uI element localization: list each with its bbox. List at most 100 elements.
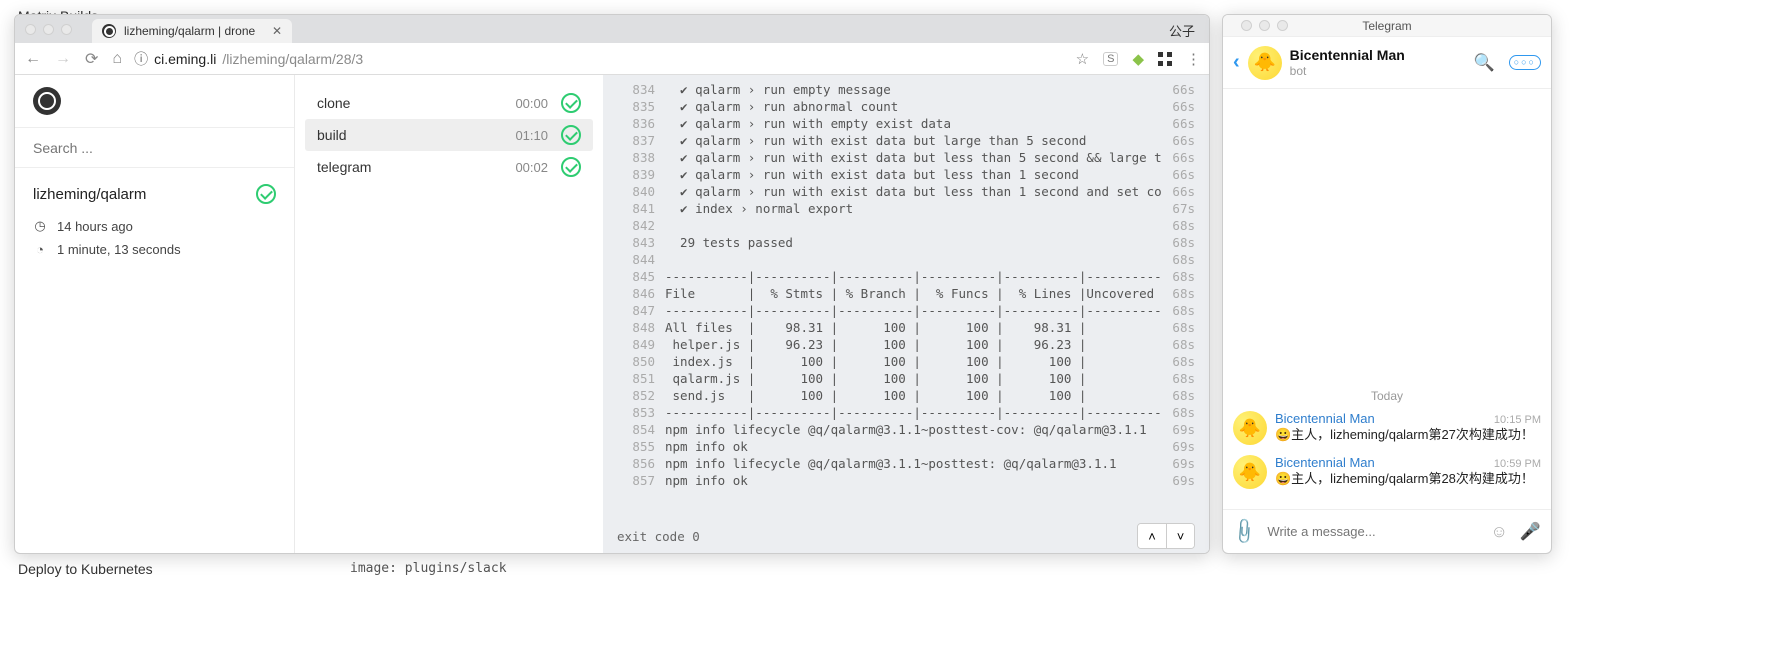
log-line-duration: 69s [1172, 472, 1195, 489]
build-log[interactable]: 834 ✔ qalarm › run empty message66s835 ✔… [603, 75, 1209, 553]
log-line: 857npm info ok69s [603, 472, 1209, 489]
chat-avatar[interactable]: 🐥 [1248, 46, 1282, 80]
log-line: 853-----------|----------|----------|---… [603, 404, 1209, 421]
steps-panel: clone00:00build01:10telegram00:02 [295, 75, 603, 553]
url-field[interactable]: ⓘ ci.eming.li/lizheming/qalarm/28/3 [134, 49, 1066, 69]
chat-area[interactable]: Today 🐥Bicentennial Man10:15 PM😀主人，lizhe… [1223, 89, 1551, 509]
log-down-button[interactable]: ˅ [1166, 524, 1194, 548]
log-line-duration: 68s [1172, 370, 1195, 387]
log-line-duration: 68s [1172, 387, 1195, 404]
repo-card[interactable]: lizheming/qalarm ◷ 14 hours ago ◔ 1 minu… [15, 168, 294, 273]
close-dot[interactable] [25, 24, 36, 35]
min-dot[interactable] [43, 24, 54, 35]
log-line-text: ✔ qalarm › run with exist data but less … [665, 183, 1162, 200]
chat-title-block[interactable]: Bicentennial Man bot [1290, 47, 1466, 78]
msg-avatar: 🐥 [1233, 411, 1267, 445]
step-build[interactable]: build01:10 [305, 119, 593, 151]
log-line-duration: 66s [1172, 183, 1195, 200]
log-line: 856npm info lifecycle @q/qalarm@3.1.1~po… [603, 455, 1209, 472]
log-line-duration: 66s [1172, 115, 1195, 132]
browser-tab[interactable]: lizheming/qalarm | drone ✕ [92, 19, 292, 43]
max-dot[interactable] [61, 24, 72, 35]
msg-text: 😀主人，lizheming/qalarm第28次构建成功！ [1275, 470, 1541, 488]
log-line-number: 857 [617, 472, 655, 489]
max-dot[interactable] [1277, 20, 1288, 31]
log-line: 847 -----------|----------|----------|---… [603, 302, 1209, 319]
log-line-duration: 68s [1172, 336, 1195, 353]
nav-back-icon[interactable]: ← [23, 50, 43, 68]
log-up-button[interactable]: ˄ [1138, 524, 1166, 548]
min-dot[interactable] [1259, 20, 1270, 31]
chat-message[interactable]: 🐥Bicentennial Man10:15 PM😀主人，lizheming/q… [1233, 411, 1541, 445]
log-line-text: All files | 98.31 | 100 | 100 | 98.31 | … [665, 319, 1162, 336]
log-line-text: npm info lifecycle @q/qalarm@3.1.1~postt… [665, 421, 1162, 438]
tg-more-icon[interactable]: ○○○ [1509, 55, 1541, 70]
search-input[interactable] [33, 140, 276, 156]
ext-s-icon[interactable]: S [1103, 52, 1118, 66]
log-line-text [665, 217, 1162, 234]
close-dot[interactable] [1241, 20, 1252, 31]
step-time: 00:00 [515, 96, 548, 111]
drone-logo[interactable] [15, 75, 294, 128]
log-line-number: 841 [617, 200, 655, 217]
log-line-text: ✔ qalarm › run empty message [665, 81, 1162, 98]
build-duration-text: 1 minute, 13 seconds [57, 242, 181, 257]
log-line: 837 ✔ qalarm › run with exist data but l… [603, 132, 1209, 149]
msg-timestamp: 10:15 PM [1494, 414, 1541, 426]
step-telegram[interactable]: telegram00:02 [305, 151, 593, 183]
tg-search-icon[interactable]: 🔍 [1474, 53, 1495, 73]
log-line-text: npm info lifecycle @q/qalarm@3.1.1~postt… [665, 455, 1162, 472]
log-line-text: -----------|----------|----------|------… [665, 302, 1162, 319]
timer-icon: ◔ [33, 242, 47, 257]
bookmark-icon[interactable]: ☆ [1076, 50, 1089, 68]
log-line-text: ✔ qalarm › run with exist data but less … [665, 149, 1162, 166]
telegram-window: Telegram ‹ 🐥 Bicentennial Man bot 🔍 ○○○ … [1222, 14, 1552, 554]
log-line-number: 838 [617, 149, 655, 166]
info-icon[interactable]: ⓘ [134, 49, 148, 69]
log-line: 855npm info ok69s [603, 438, 1209, 455]
build-duration: ◔ 1 minute, 13 seconds [33, 242, 276, 257]
log-line: 845-----------|----------|----------|---… [603, 268, 1209, 285]
log-line-text: ✔ qalarm › run with empty exist data [665, 115, 1162, 132]
browser-profile[interactable]: 公子 [1169, 21, 1195, 40]
log-line: 835 ✔ qalarm › run abnormal count66s [603, 98, 1209, 115]
log-line: 838 ✔ qalarm › run with exist data but l… [603, 149, 1209, 166]
log-footer: exit code 0 ˄ ˅ [603, 519, 1209, 553]
log-line-text: ✔ qalarm › run abnormal count [665, 98, 1162, 115]
emoji-icon[interactable]: ☺ [1490, 522, 1507, 542]
attach-icon[interactable]: 📎 [1229, 516, 1260, 547]
log-nav-buttons: ˄ ˅ [1137, 523, 1195, 549]
log-line-number: 834 [617, 81, 655, 98]
log-line-duration: 66s [1172, 166, 1195, 183]
log-line: 850 index.js | 100 | 100 | 100 | 100 | |… [603, 353, 1209, 370]
tab-close-icon[interactable]: ✕ [272, 24, 282, 38]
nav-reload-icon[interactable]: ⟳ [83, 49, 100, 69]
mic-icon[interactable]: 🎤 [1520, 522, 1541, 542]
msg-timestamp: 10:59 PM [1494, 458, 1541, 470]
log-line-duration: 68s [1172, 319, 1195, 336]
kebab-icon[interactable]: ⋮ [1186, 50, 1201, 68]
window-controls[interactable] [15, 24, 82, 35]
log-line: 840 ✔ qalarm › run with exist data but l… [603, 183, 1209, 200]
log-line-text: File | % Stmts | % Branch | % Funcs | % … [665, 285, 1162, 302]
step-clone[interactable]: clone00:00 [305, 87, 593, 119]
log-line: 852 send.js | 100 | 100 | 100 | 100 | |6… [603, 387, 1209, 404]
step-time: 00:02 [515, 160, 548, 175]
nav-home-icon[interactable]: ⌂ [110, 50, 124, 68]
log-line-text: npm info ok [665, 438, 1162, 455]
message-input-bar: 📎 ☺ 🎤 [1223, 509, 1551, 553]
log-line-text: qalarm.js | 100 | 100 | 100 | 100 | | [665, 370, 1162, 387]
sidebar-search[interactable] [15, 128, 294, 168]
qr-icon[interactable] [1158, 52, 1172, 66]
log-line-text: send.js | 100 | 100 | 100 | 100 | | [665, 387, 1162, 404]
tg-window-controls[interactable] [1231, 20, 1298, 31]
back-icon[interactable]: ‹ [1233, 51, 1240, 74]
log-line-number: 840 [617, 183, 655, 200]
tg-titlebar: Telegram [1223, 15, 1551, 37]
message-input[interactable] [1267, 524, 1478, 539]
log-line-number: 848 [617, 319, 655, 336]
chat-message[interactable]: 🐥Bicentennial Man10:59 PM😀主人，lizheming/q… [1233, 455, 1541, 489]
android-icon[interactable]: ◆ [1132, 50, 1144, 68]
log-line-number: 847 [617, 302, 655, 319]
log-line-duration: 68s [1172, 302, 1195, 319]
